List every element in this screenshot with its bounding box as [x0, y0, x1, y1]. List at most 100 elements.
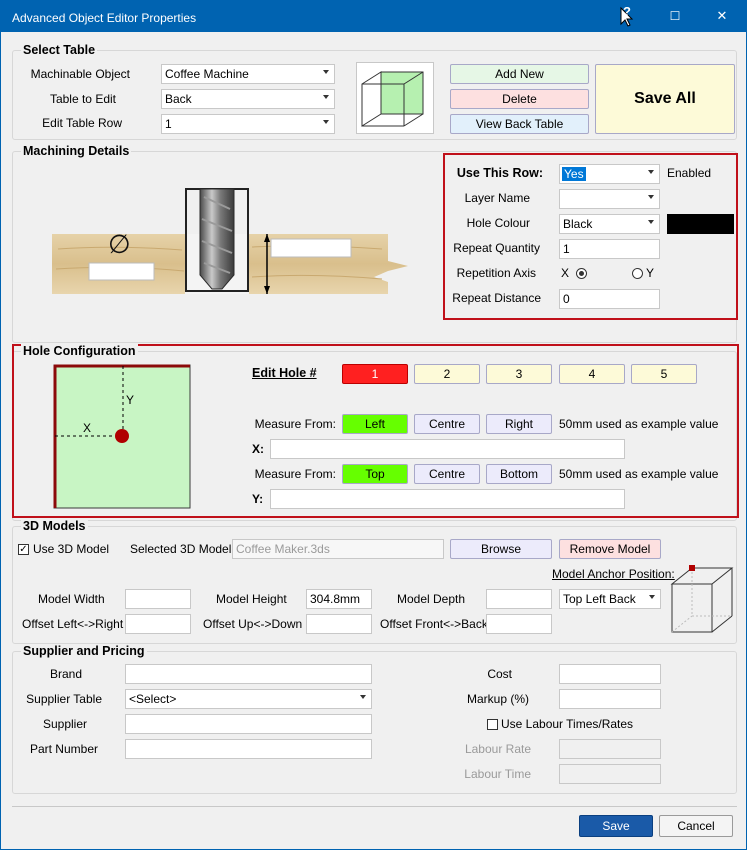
chevron-down-icon: [648, 170, 654, 174]
hole-1-button[interactable]: 1: [342, 364, 408, 384]
labour-rate-input[interactable]: [559, 739, 661, 759]
select-table-title: Select Table: [21, 43, 98, 57]
y-field-label: Y:: [252, 492, 264, 506]
selected-3d-model-input[interactable]: Coffee Maker.3ds: [232, 539, 444, 559]
table-to-edit-value: Back: [165, 92, 192, 106]
cost-label: Cost: [487, 667, 512, 681]
selected-3d-model-label: Selected 3D Model: [130, 542, 232, 556]
use-3d-model-label: Use 3D Model: [33, 542, 110, 556]
supplier-pricing-title: Supplier and Pricing: [21, 644, 147, 658]
window-title: Advanced Object Editor Properties: [12, 11, 197, 25]
model-height-input[interactable]: 304.8mm: [306, 589, 372, 609]
repeat-distance-input[interactable]: 0: [559, 289, 660, 309]
labour-time-input[interactable]: [559, 764, 661, 784]
edit-table-row-label: Edit Table Row: [42, 116, 122, 130]
brand-input[interactable]: [125, 664, 372, 684]
model-anchor-position-select[interactable]: Top Left Back: [559, 589, 661, 609]
measure-from-x-label: Measure From:: [254, 417, 336, 431]
measure-left-button[interactable]: Left: [342, 414, 408, 434]
chevron-down-icon: [323, 95, 329, 99]
drill-diagram-image: [52, 188, 408, 294]
axis-x-radio[interactable]: [576, 268, 587, 279]
browse-button[interactable]: Browse: [450, 539, 552, 559]
use-this-row-label: Use This Row:: [456, 166, 543, 180]
maximize-button[interactable]: ☐: [652, 0, 698, 32]
use-labour-checkbox[interactable]: [487, 719, 498, 730]
repeat-quantity-label: Repeat Quantity: [453, 241, 540, 255]
offset-left-right-label: Offset Left<->Right: [22, 617, 124, 631]
model-width-input[interactable]: [125, 589, 191, 609]
model-depth-input[interactable]: [486, 589, 552, 609]
help-icon: ?: [623, 4, 631, 19]
y-example-hint: 50mm used as example value: [559, 467, 719, 481]
hole-colour-value: Black: [563, 217, 593, 231]
anchor-cube-icon: [670, 565, 734, 633]
chevron-down-icon: [323, 70, 329, 74]
cost-input[interactable]: [559, 664, 661, 684]
markup-input[interactable]: [559, 689, 661, 709]
repeat-quantity-input[interactable]: 1: [559, 239, 660, 259]
model-anchor-position-value: Top Left Back: [563, 592, 636, 606]
use-this-row-select[interactable]: Yes: [559, 164, 660, 184]
machinable-object-select[interactable]: Coffee Machine: [161, 64, 335, 84]
machinable-object-value: Coffee Machine: [165, 67, 249, 81]
offset-front-back-input[interactable]: [486, 614, 552, 634]
measure-bottom-button[interactable]: Bottom: [486, 464, 552, 484]
supplier-input[interactable]: [125, 714, 372, 734]
table-to-edit-label: Table to Edit: [49, 92, 116, 106]
x-example-hint: 50mm used as example value: [559, 417, 719, 431]
model-depth-label: Model Depth: [397, 592, 466, 606]
measure-right-button[interactable]: Right: [486, 414, 552, 434]
close-button[interactable]: ✕: [699, 0, 745, 32]
cancel-button[interactable]: Cancel: [659, 815, 733, 837]
hole-5-button[interactable]: 5: [631, 364, 697, 384]
hole-4-button[interactable]: 4: [559, 364, 625, 384]
measure-centre-x-button[interactable]: Centre: [414, 414, 480, 434]
edit-table-row-value: 1: [165, 117, 172, 131]
help-button[interactable]: ?: [603, 0, 649, 32]
close-icon: ✕: [716, 8, 728, 23]
y-position-input[interactable]: [270, 489, 625, 509]
diameter-icon: ∅: [108, 229, 131, 259]
axis-y-label: Y: [646, 266, 655, 280]
offset-up-down-input[interactable]: [306, 614, 372, 634]
hole-colour-swatch[interactable]: [667, 214, 734, 234]
remove-model-button[interactable]: Remove Model: [559, 539, 661, 559]
enabled-text: Enabled: [667, 166, 712, 180]
offset-left-right-input[interactable]: [125, 614, 191, 634]
hole-3-button[interactable]: 3: [486, 364, 552, 384]
supplier-table-label: Supplier Table: [26, 692, 102, 706]
hole-2-button[interactable]: 2: [414, 364, 480, 384]
part-number-input[interactable]: [125, 739, 372, 759]
machinable-object-label: Machinable Object: [30, 67, 130, 81]
cube-back-face-icon: [356, 62, 434, 134]
axis-y-radio[interactable]: [632, 268, 643, 279]
add-new-button[interactable]: Add New: [450, 64, 589, 84]
table-to-edit-select[interactable]: Back: [161, 89, 335, 109]
supplier-table-select[interactable]: <Select>: [125, 689, 372, 709]
edit-table-row-select[interactable]: 1: [161, 114, 335, 134]
brand-label: Brand: [49, 667, 82, 681]
hole-position-diagram: [53, 364, 191, 509]
axis-x-label: X: [561, 266, 570, 280]
delete-button[interactable]: Delete: [450, 89, 589, 109]
hole-colour-select[interactable]: Black: [559, 214, 660, 234]
edit-hole-label: Edit Hole #: [252, 366, 317, 380]
measure-top-button[interactable]: Top: [342, 464, 408, 484]
offset-front-back-label: Offset Front<->Back: [380, 617, 488, 631]
view-back-table-button[interactable]: View Back Table: [450, 114, 589, 134]
layer-name-label: Layer Name: [464, 191, 530, 205]
measure-from-y-label: Measure From:: [254, 467, 336, 481]
save-button[interactable]: Save: [579, 815, 653, 837]
chevron-down-icon: [649, 595, 655, 599]
chevron-down-icon: [648, 195, 654, 199]
layer-name-select[interactable]: [559, 189, 660, 209]
hole-colour-label: Hole Colour: [466, 216, 530, 230]
x-field-label: X:: [252, 442, 264, 456]
measure-centre-y-button[interactable]: Centre: [414, 464, 480, 484]
use-3d-model-checkbox[interactable]: ✓: [18, 544, 29, 555]
use-labour-label: Use Labour Times/Rates: [501, 717, 634, 731]
markup-label: Markup (%): [466, 692, 529, 706]
x-position-input[interactable]: [270, 439, 625, 459]
save-all-button[interactable]: Save All: [595, 64, 735, 134]
